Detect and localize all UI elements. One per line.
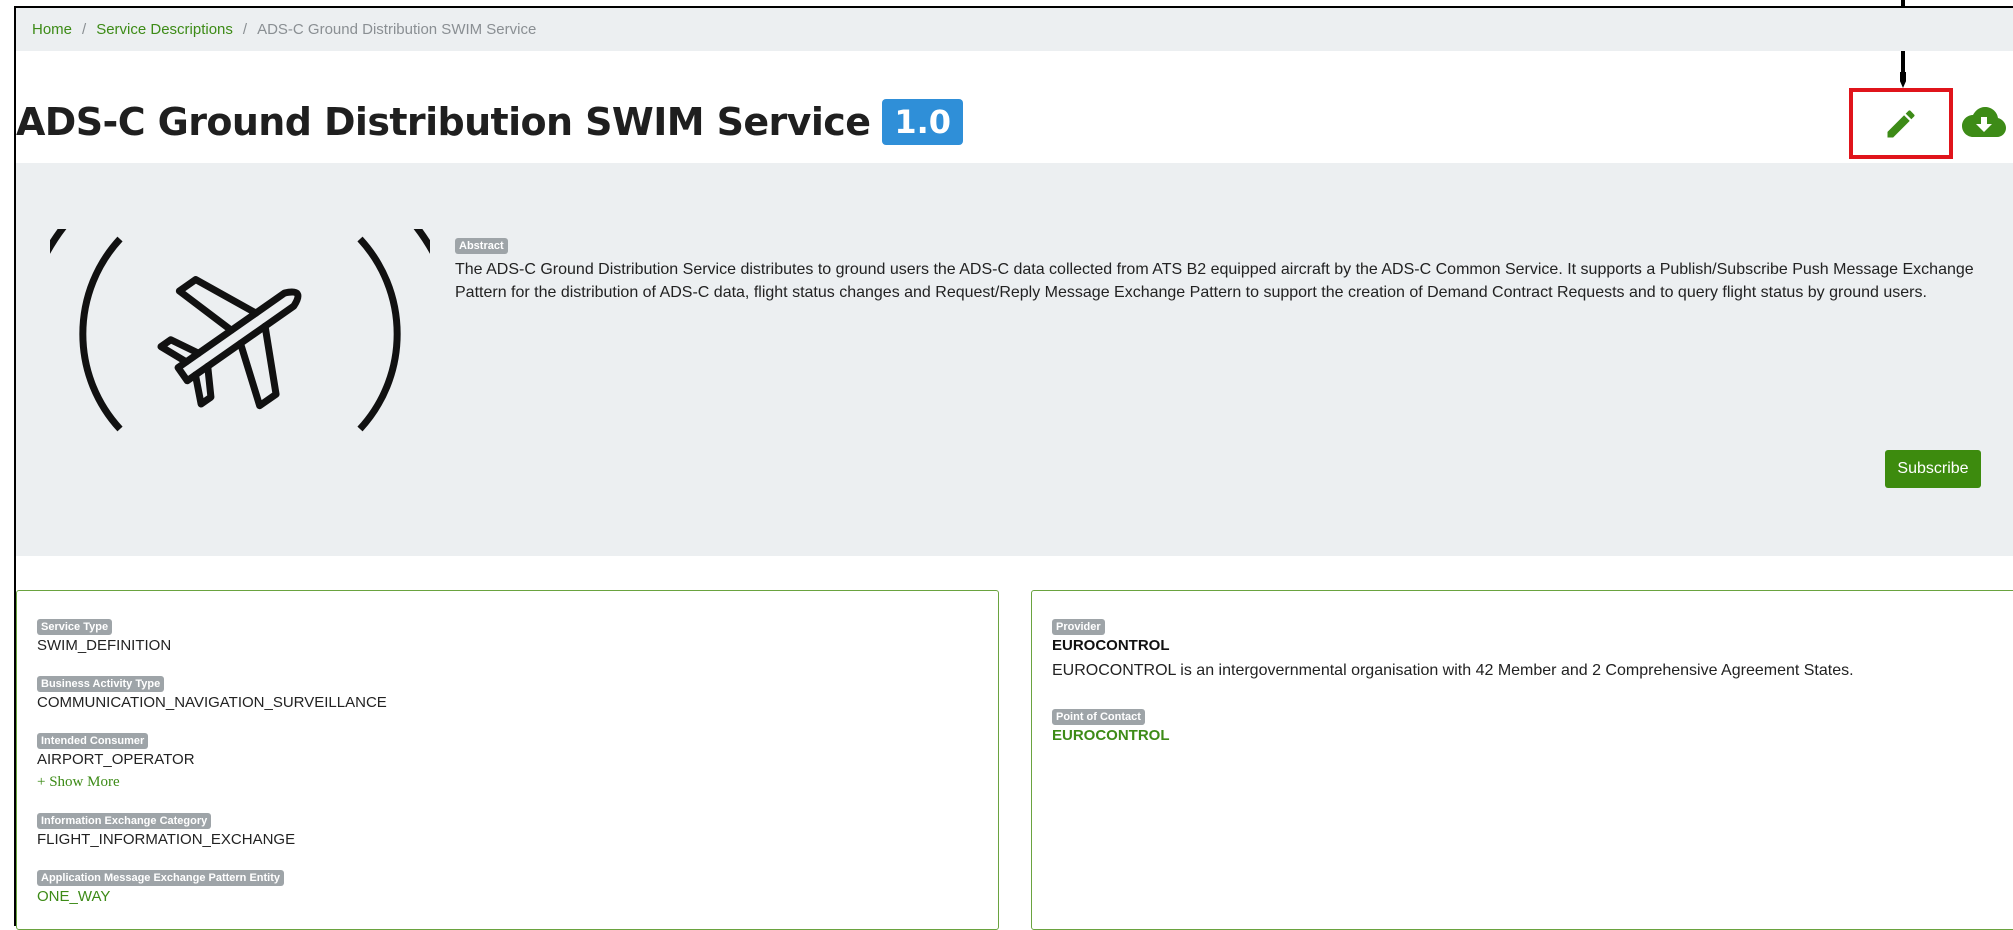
pencil-icon: [1887, 109, 1915, 137]
app-pattern-value[interactable]: ONE_WAY: [37, 888, 284, 905]
breadcrumb-service-descriptions-link[interactable]: Service Descriptions: [96, 21, 233, 38]
business-activity-value: COMMUNICATION_NAVIGATION_SURVEILLANCE: [37, 694, 387, 711]
provider-label: Provider: [1052, 619, 1105, 635]
provider-field: Provider EUROCONTROL EUROCONTROL is an i…: [1052, 617, 2012, 680]
show-more-link[interactable]: + Show More: [37, 774, 195, 791]
service-type-label: Service Type: [37, 619, 113, 635]
breadcrumb-current: ADS-C Ground Distribution SWIM Service: [257, 21, 537, 38]
service-type-value: SWIM_DEFINITION: [37, 637, 172, 654]
cloud-download-icon: [1962, 107, 2006, 137]
abstract-label: Abstract: [455, 238, 508, 254]
service-type-field: Service Type SWIM_DEFINITION: [37, 617, 171, 654]
subscribe-button[interactable]: Subscribe: [1885, 450, 1981, 488]
business-activity-field: Business Activity Type COMMUNICATION_NAV…: [37, 674, 387, 711]
edit-button[interactable]: [1849, 88, 1953, 159]
airplane-signal-icon: [50, 229, 430, 441]
point-of-contact-link[interactable]: EUROCONTROL: [1052, 727, 1170, 744]
abstract-text: The ADS-C Ground Distribution Service di…: [455, 261, 1974, 301]
breadcrumb: Home / Service Descriptions / ADS-C Grou…: [16, 8, 2013, 51]
provider-description: EUROCONTROL is an intergovernmental orga…: [1052, 662, 1854, 679]
intended-consumer-value: AIRPORT_OPERATOR: [37, 751, 195, 768]
info-exchange-field: Information Exchange Category FLIGHT_INF…: [37, 811, 295, 848]
service-details-card: Service Type SWIM_DEFINITION Business Ac…: [16, 590, 999, 930]
app-pattern-label: Application Message Exchange Pattern Ent…: [37, 870, 285, 886]
page-title: ADS-C Ground Distribution SWIM Service: [16, 100, 871, 144]
breadcrumb-separator: /: [82, 21, 87, 38]
hero-panel: [16, 163, 2013, 556]
version-badge: 1.0: [882, 99, 964, 145]
app-pattern-field: Application Message Exchange Pattern Ent…: [37, 868, 285, 905]
provider-name: EUROCONTROL: [1052, 637, 1170, 654]
intended-consumer-field: Intended Consumer AIRPORT_OPERATOR + Sho…: [37, 731, 195, 791]
breadcrumb-home-link[interactable]: Home: [32, 21, 72, 38]
info-exchange-label: Information Exchange Category: [37, 813, 212, 829]
info-exchange-value: FLIGHT_INFORMATION_EXCHANGE: [37, 831, 296, 848]
point-of-contact-label: Point of Contact: [1052, 709, 1145, 725]
download-button[interactable]: [1958, 98, 2010, 146]
business-activity-label: Business Activity Type: [37, 676, 165, 692]
intended-consumer-label: Intended Consumer: [37, 733, 149, 749]
abstract-section: Abstract The ADS-C Ground Distribution S…: [455, 236, 1975, 304]
title-row: ADS-C Ground Distribution SWIM Service 1…: [16, 92, 964, 152]
breadcrumb-separator: /: [242, 21, 248, 38]
provider-card: Provider EUROCONTROL EUROCONTROL is an i…: [1031, 590, 2013, 930]
point-of-contact-field: Point of Contact EUROCONTROL: [1052, 707, 1170, 744]
